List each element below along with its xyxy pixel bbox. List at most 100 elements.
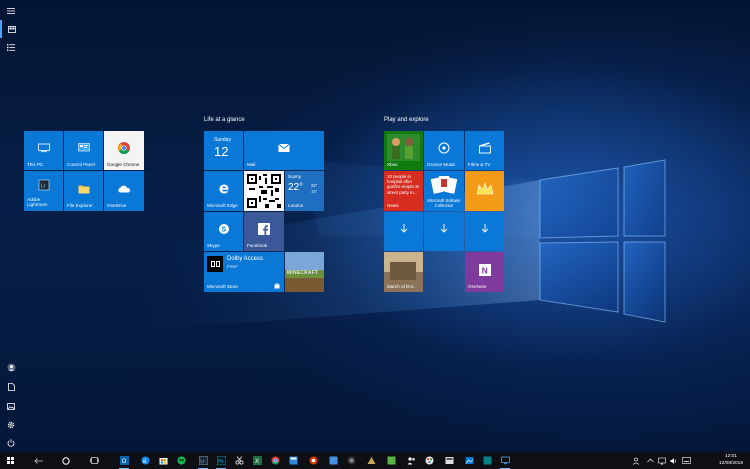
taskbar-clock[interactable]: 12:01 12/08/2018 xyxy=(716,454,746,467)
task-view-icon[interactable] xyxy=(86,452,102,469)
tile-qr-code-app[interactable] xyxy=(244,171,284,211)
all-apps-list-icon[interactable] xyxy=(0,38,22,56)
group-title-play: Play and explore xyxy=(384,117,429,123)
tile-adobe-lightroom[interactable]: Lr Adobe Lightroom xyxy=(24,171,63,211)
tile-label: OneNote xyxy=(468,284,487,289)
taskbar-edge-icon[interactable]: e xyxy=(137,452,153,469)
download-arrow-icon xyxy=(400,224,407,233)
lightroom-icon: Lr xyxy=(38,179,49,191)
taskbar-app-teal-icon[interactable] xyxy=(479,452,495,469)
tile-microsoft-store[interactable]: Dolby Access Free* Microsoft Store xyxy=(204,252,284,292)
tile-file-explorer[interactable]: File Explorer xyxy=(64,171,103,211)
taskbar-lightroom-icon[interactable]: Lr xyxy=(195,452,211,469)
taskbar-app-blue-icon[interactable] xyxy=(325,452,341,469)
taskbar-chrome-icon[interactable] xyxy=(267,452,283,469)
taskbar-photos-icon[interactable] xyxy=(461,452,477,469)
tile-microsoft-edge[interactable]: Microsoft Edge xyxy=(204,171,243,211)
taskbar-snip-icon[interactable] xyxy=(231,452,247,469)
tile-label: Skype xyxy=(207,243,220,248)
tile-google-chrome[interactable]: Google Chrome xyxy=(104,131,144,170)
taskbar-app-dark-icon[interactable] xyxy=(343,452,359,469)
documents-icon[interactable] xyxy=(0,378,22,396)
facebook-icon xyxy=(258,223,270,236)
king-crown-icon xyxy=(476,181,493,194)
tile-label: File Explorer xyxy=(67,203,93,208)
calendar-day-number: 12 xyxy=(214,144,229,159)
tile-download-1[interactable] xyxy=(384,212,423,251)
folder-icon xyxy=(78,185,89,194)
pinned-tiles-icon[interactable] xyxy=(0,20,22,38)
tile-solitaire[interactable]: Microsoft Solitaire Collection xyxy=(424,171,464,211)
tile-label: Facebook xyxy=(247,243,268,248)
qr-code-icon xyxy=(247,174,281,208)
taskbar-app-red-icon[interactable] xyxy=(305,452,321,469)
tile-this-pc[interactable]: This PC xyxy=(24,131,63,170)
edge-icon xyxy=(219,184,228,194)
tile-films-tv[interactable]: Films & TV xyxy=(465,131,504,170)
taskbar-monitor-icon[interactable] xyxy=(497,452,513,469)
playing-cards-icon xyxy=(430,176,458,194)
computer-icon xyxy=(37,143,50,153)
taskbar-spotify-icon[interactable] xyxy=(173,452,189,469)
tile-calendar[interactable]: Sunday 12 xyxy=(204,131,243,170)
tile-king-game[interactable] xyxy=(465,171,504,211)
weather-low: 15° xyxy=(311,189,318,194)
tile-onedrive[interactable]: OneDrive xyxy=(104,171,144,211)
power-icon[interactable] xyxy=(0,434,22,452)
tile-weather[interactable]: Sunny 22° 22° 15° London xyxy=(285,171,324,211)
taskbar-game-icon[interactable] xyxy=(363,452,379,469)
start-rail xyxy=(0,0,22,452)
tile-label: This PC xyxy=(27,162,44,167)
svg-text:N: N xyxy=(481,265,487,275)
store-promo-price: Free* xyxy=(227,264,239,269)
tile-xbox[interactable]: Xbox xyxy=(384,131,423,170)
tile-label: Google Chrome xyxy=(107,162,140,167)
taskbar-photoshop-icon[interactable]: Ps xyxy=(213,452,229,469)
tile-minecraft[interactable]: MINECRAFT xyxy=(285,252,324,292)
tile-onenote[interactable]: N OneNote xyxy=(465,252,504,292)
tile-groove-music[interactable]: Groove Music xyxy=(424,131,464,170)
tile-facebook[interactable]: Facebook xyxy=(244,212,284,251)
taskbar: O e Lr Ps X 12:01 12/08/2018 xyxy=(0,452,750,469)
taskbar-excel-icon[interactable]: X xyxy=(249,452,265,469)
tile-download-2[interactable] xyxy=(424,212,464,251)
tile-skype[interactable]: S Skype xyxy=(204,212,243,251)
tile-mail[interactable]: Mail xyxy=(244,131,324,170)
settings-gear-icon[interactable] xyxy=(0,416,22,434)
news-headline: 10 people in hospital after gunfire erup… xyxy=(387,174,419,195)
svg-text:X: X xyxy=(255,459,259,465)
control-panel-icon xyxy=(77,143,90,152)
taskbar-app-white-icon[interactable] xyxy=(441,452,457,469)
skype-icon: S xyxy=(218,224,229,235)
taskbar-calculator-icon[interactable] xyxy=(285,452,301,469)
dolby-logo-icon xyxy=(207,256,223,272)
taskbar-paint-icon[interactable] xyxy=(421,452,437,469)
tile-label: Microsoft Edge xyxy=(207,203,238,208)
pictures-icon[interactable] xyxy=(0,397,22,415)
film-clapper-icon xyxy=(478,142,491,154)
start-button[interactable] xyxy=(2,452,18,469)
chrome-icon xyxy=(118,142,130,155)
tray-keyboard-icon[interactable] xyxy=(678,452,694,469)
user-account-icon[interactable] xyxy=(0,358,22,376)
onenote-icon: N xyxy=(478,263,491,276)
taskbar-store-icon[interactable] xyxy=(155,452,171,469)
tile-label: News xyxy=(387,203,399,208)
back-arrow-icon[interactable] xyxy=(30,452,46,469)
tile-news[interactable]: 10 people in hospital after gunfire erup… xyxy=(384,171,423,211)
hamburger-menu-icon[interactable] xyxy=(0,2,22,20)
tile-march-of-empires[interactable]: March of Em... xyxy=(384,252,423,292)
taskbar-outlook-icon[interactable]: O xyxy=(116,452,132,469)
download-arrow-icon xyxy=(440,224,448,233)
minecraft-sky xyxy=(285,252,324,270)
mail-envelope-icon xyxy=(278,143,290,153)
tile-label: Microsoft Solitaire Collection xyxy=(427,198,461,208)
tile-download-3[interactable] xyxy=(465,212,504,251)
tile-label: Xbox xyxy=(387,162,398,167)
taskbar-people-icon[interactable] xyxy=(403,452,419,469)
cortana-circle-icon[interactable] xyxy=(58,452,74,469)
svg-text:Ps: Ps xyxy=(218,459,224,464)
tile-control-panel[interactable]: Control Panel xyxy=(64,131,103,170)
xbox-avatars-image xyxy=(387,134,420,161)
taskbar-app-green-icon[interactable] xyxy=(383,452,399,469)
